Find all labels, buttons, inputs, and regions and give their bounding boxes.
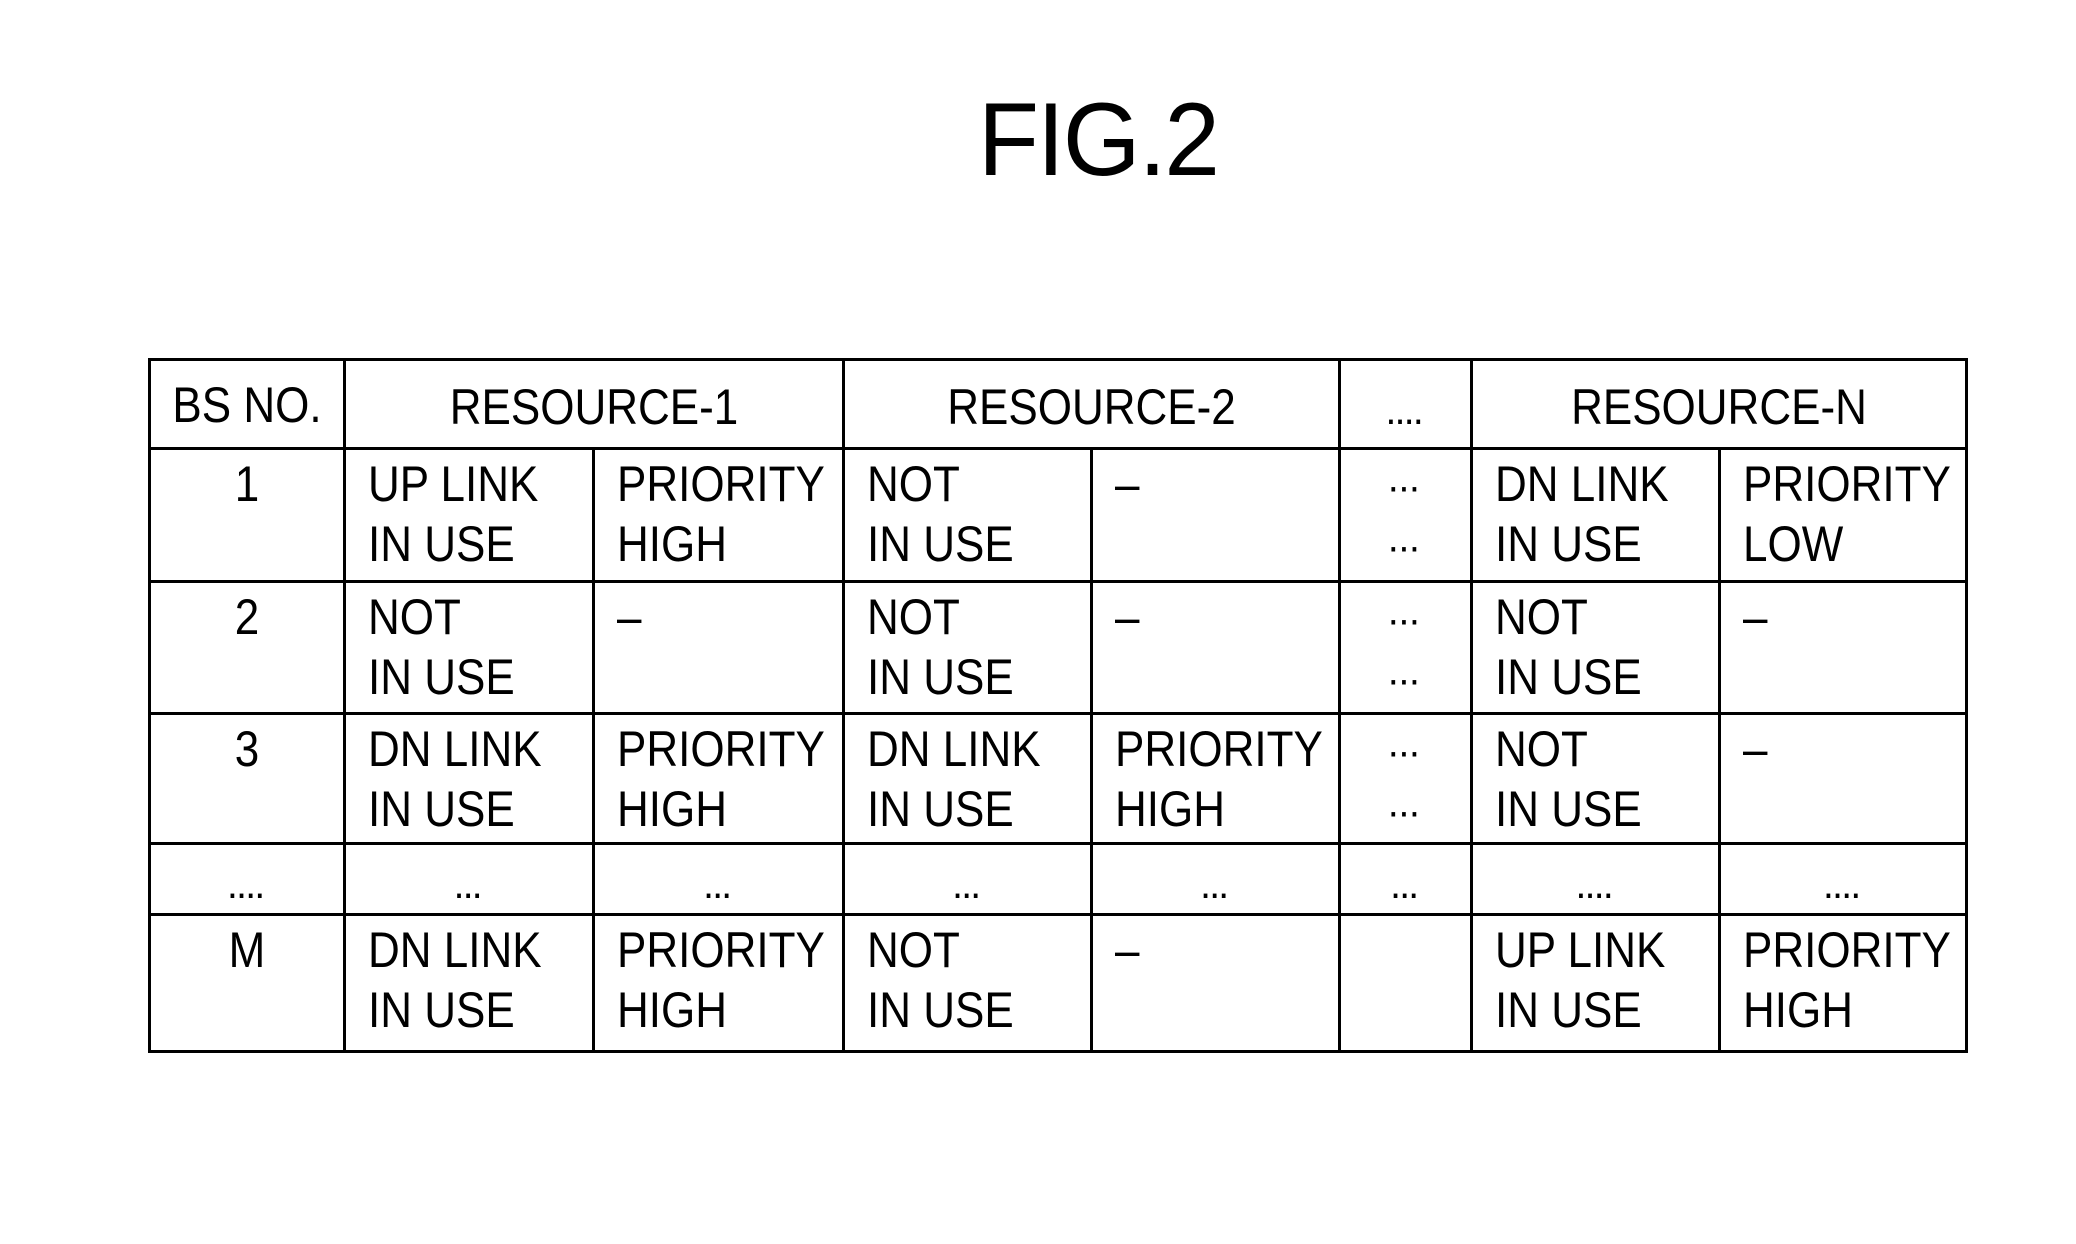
table-cell: DN LINK IN USE (343, 913, 595, 1053)
bs-number: 3 (234, 721, 260, 777)
cell-text: DN LINK IN USE (368, 922, 542, 1038)
bs-number-cell: M (148, 913, 346, 1053)
table-cell: NOT IN USE (842, 580, 1093, 715)
bs-number: 1 (234, 456, 260, 512)
cell-text: ... (953, 872, 982, 905)
header-resource-label: RESOURCE-1 (449, 379, 739, 435)
cell-text: ··· ··· (1389, 606, 1422, 699)
bs-number: M (228, 922, 266, 978)
bs-number-cell: 2 (148, 580, 346, 715)
table-cell: – (1718, 712, 1968, 845)
cell-text: PRIORITY HIGH (617, 922, 825, 1038)
table-cell: NOT IN USE (842, 447, 1093, 583)
table-cell: PRIORITY HIGH (1718, 913, 1968, 1053)
table-cell (1338, 913, 1473, 1053)
table-cell: DN LINK IN USE (343, 712, 595, 845)
cell-text: NOT IN USE (867, 456, 1014, 572)
table-cell: PRIORITY HIGH (592, 447, 845, 583)
cell-text: DN LINK IN USE (867, 721, 1041, 837)
table-cell: NOT IN USE (343, 580, 595, 715)
cell-text: PRIORITY HIGH (1115, 721, 1323, 837)
table-cell: NOT IN USE (1470, 712, 1721, 845)
table-cell: ··· ··· (1338, 712, 1473, 845)
table-cell: ··· ··· (1338, 447, 1473, 583)
bs-number-cell: 3 (148, 712, 346, 845)
cell-text: NOT IN USE (867, 922, 1014, 1038)
cell-text: NOT IN USE (368, 589, 515, 705)
cell-text: – (617, 589, 642, 645)
table-cell: UP LINK IN USE (1470, 913, 1721, 1053)
cell-text: ... (704, 872, 733, 905)
header-resource-3: .... (1338, 358, 1473, 450)
cell-text: UP LINK IN USE (368, 456, 539, 572)
header-bs-no: BS NO. (148, 358, 346, 450)
cell-text: ... (1201, 872, 1230, 905)
cell-text: DN LINK IN USE (1495, 456, 1669, 572)
cell-text: – (1743, 589, 1768, 645)
bs-number: 2 (234, 589, 260, 645)
table-cell: ... (842, 842, 1093, 916)
table-cell: NOT IN USE (1470, 580, 1721, 715)
table-cell: – (1090, 580, 1341, 715)
cell-text: – (1743, 721, 1768, 777)
cell-text: .... (1824, 872, 1862, 905)
cell-text: ... (455, 872, 483, 905)
cell-text: – (1115, 589, 1140, 645)
bs-number-cell: 1 (148, 447, 346, 583)
cell-text: PRIORITY LOW (1743, 456, 1951, 572)
table-cell: – (1090, 913, 1341, 1053)
table-cell: ... (1090, 842, 1341, 916)
cell-text: .... (1577, 872, 1614, 905)
header-resource-4: RESOURCE-N (1470, 358, 1968, 450)
resource-table: BS NO. RESOURCE-1 RESOURCE-2.... RESOURCE-N… (0, 0, 2076, 1244)
cell-text: ··· ··· (1389, 738, 1422, 831)
header-bs-no-label: BS NO. (172, 377, 322, 433)
table-cell: ··· ··· (1338, 580, 1473, 715)
cell-text: PRIORITY HIGH (1743, 922, 1951, 1038)
cell-text: NOT IN USE (1495, 721, 1642, 837)
cell-text: PRIORITY HIGH (617, 721, 825, 837)
table-cell: ... (343, 842, 595, 916)
cell-text: ... (1391, 872, 1420, 905)
bs-number: .... (228, 872, 266, 905)
cell-text: – (1115, 456, 1140, 512)
cell-text: NOT IN USE (1495, 589, 1642, 705)
cell-text: ··· ··· (1389, 473, 1422, 566)
header-resource-1: RESOURCE-1 (343, 358, 845, 450)
header-resource-2: RESOURCE-2 (842, 358, 1341, 450)
bs-number-cell: .... (148, 842, 346, 916)
header-resource-label: RESOURCE-2 (947, 379, 1236, 435)
table-cell: .... (1470, 842, 1721, 916)
table-cell: UP LINK IN USE (343, 447, 595, 583)
table-cell: PRIORITY HIGH (592, 712, 845, 845)
table-cell: PRIORITY HIGH (1090, 712, 1341, 845)
table-cell: PRIORITY LOW (1718, 447, 1968, 583)
header-resource-label: RESOURCE-N (1571, 379, 1867, 435)
cell-text: PRIORITY HIGH (617, 456, 825, 572)
table-cell: .... (1718, 842, 1968, 916)
table-cell: ... (1338, 842, 1473, 916)
cell-text: NOT IN USE (867, 589, 1014, 705)
table-cell: ... (592, 842, 845, 916)
table-cell: DN LINK IN USE (1470, 447, 1721, 583)
cell-text: UP LINK IN USE (1495, 922, 1666, 1038)
table-cell: NOT IN USE (842, 913, 1093, 1053)
table-cell: DN LINK IN USE (842, 712, 1093, 845)
table-cell: PRIORITY HIGH (592, 913, 845, 1053)
table-cell: – (592, 580, 845, 715)
cell-text: – (1115, 922, 1140, 978)
header-resource-label: .... (1387, 398, 1424, 431)
cell-text: DN LINK IN USE (368, 721, 542, 837)
table-cell: – (1090, 447, 1341, 583)
table-cell: – (1718, 580, 1968, 715)
